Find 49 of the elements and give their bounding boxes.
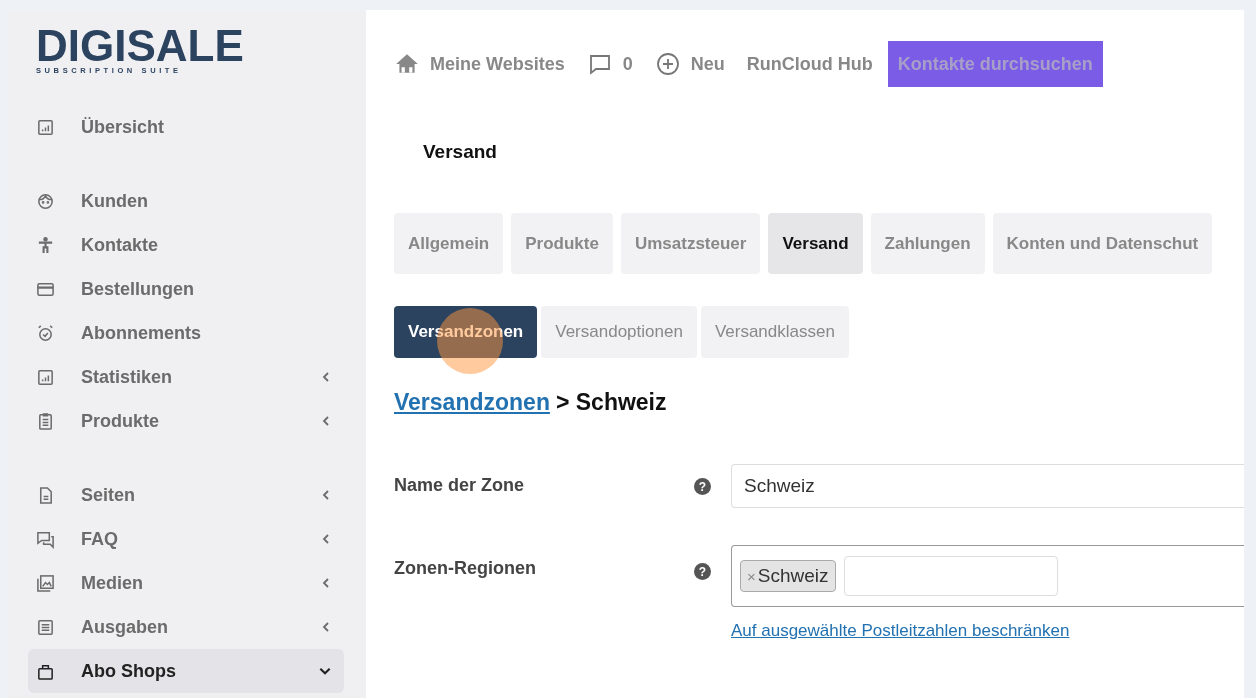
- breadcrumb-link[interactable]: Versandzonen: [394, 389, 550, 416]
- remove-tag-button[interactable]: ×: [747, 567, 756, 585]
- sidebar-item[interactable]: Abonnements: [28, 311, 344, 355]
- plus-circle-icon: [654, 52, 681, 76]
- sidebar-item[interactable]: Kunden: [28, 179, 344, 223]
- field-label: Zonen-Regionen: [394, 557, 537, 579]
- my-sites-link[interactable]: Meine Websites: [394, 52, 565, 76]
- logo-text: DIGISALE: [36, 26, 244, 66]
- settings-tab[interactable]: Umsatzsteuer: [620, 213, 761, 274]
- sidebar-item[interactable]: Medien: [28, 561, 344, 605]
- sidebar-item[interactable]: Seiten: [28, 473, 344, 517]
- settings-tab[interactable]: Versand: [768, 213, 863, 274]
- sidebar-item[interactable]: Übersicht: [28, 105, 344, 149]
- alarm-clock-icon: [36, 323, 55, 343]
- region-search-input[interactable]: [843, 556, 1058, 596]
- sidebar-item[interactable]: Ausgaben: [28, 605, 344, 649]
- new-link[interactable]: Neu: [654, 52, 725, 76]
- settings-tab[interactable]: Allgemein: [394, 213, 504, 274]
- sidebar-item[interactable]: Abo Shops: [28, 649, 344, 693]
- shipping-subtab[interactable]: Versandoptionen: [541, 306, 697, 358]
- postcode-limit-link[interactable]: Auf ausgewählte Postleitzahlen beschränken: [731, 621, 1244, 641]
- comments-link[interactable]: 0: [586, 52, 633, 76]
- regions-field[interactable]: ×Schweiz: [731, 545, 1244, 607]
- sidebar-item[interactable]: Statistiken: [28, 355, 344, 399]
- chat-icon: [36, 529, 55, 549]
- chart-icon: [36, 117, 55, 137]
- chart-icon: [36, 367, 55, 387]
- sidebar-item[interactable]: FAQ: [28, 517, 344, 561]
- image-icon: [36, 573, 55, 593]
- hub-link[interactable]: RunCloud Hub: [746, 53, 873, 75]
- person-icon: [36, 235, 55, 255]
- sidebar-item[interactable]: Produkte: [28, 399, 344, 443]
- houses-icon: [394, 52, 420, 76]
- shipping-subtab[interactable]: Versandklassen: [700, 306, 849, 358]
- region-tag: ×Schweiz: [740, 560, 836, 592]
- help-icon: ?: [694, 563, 711, 580]
- settings-tab[interactable]: Zahlungen: [870, 213, 985, 274]
- clipboard-icon: [36, 411, 55, 431]
- help-icon: ?: [694, 478, 711, 495]
- settings-tab[interactable]: Produkte: [511, 213, 613, 274]
- list-icon: [36, 617, 55, 637]
- settings-tab[interactable]: Konten und Datenschut: [992, 213, 1213, 274]
- face-icon: [36, 191, 55, 211]
- page-title: Versand: [423, 141, 498, 163]
- sidebar-item[interactable]: Kontakte: [28, 223, 344, 267]
- sidebar-item[interactable]: Bestellungen: [28, 267, 344, 311]
- breadcrumb-current: > Schweiz: [555, 389, 667, 416]
- field-label: Name der Zone: [394, 474, 526, 496]
- zone-name-field[interactable]: Schweiz: [731, 464, 1244, 508]
